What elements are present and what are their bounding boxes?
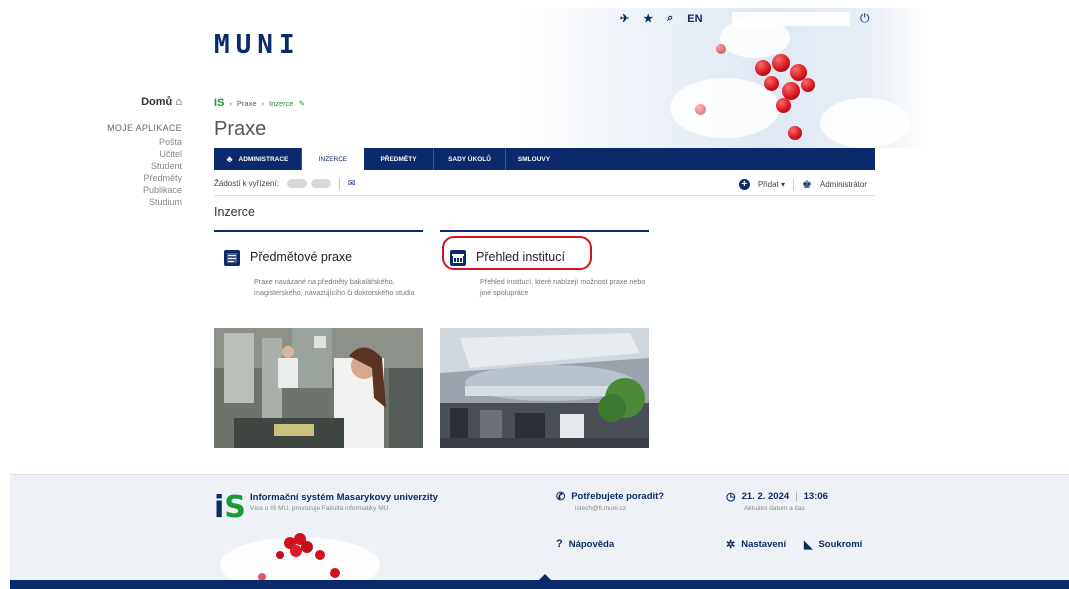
tab-inzerce[interactable]: INZERCE xyxy=(302,148,364,170)
mail-icon[interactable]: ✉ xyxy=(348,178,356,189)
administrator-icon: ♚ xyxy=(802,179,812,191)
breadcrumb: IS › Praxe › Inzerce ✎ xyxy=(214,97,305,109)
language-switch[interactable]: EN xyxy=(687,13,702,25)
footer-soukromi[interactable]: ◣ Soukromí xyxy=(804,538,862,551)
footer-help-email[interactable]: istech@fi.muni.cz xyxy=(575,505,626,512)
requests-pill[interactable] xyxy=(310,179,331,188)
footer-datetime: ◷ 21. 2. 2024 | 13:06 xyxy=(726,491,828,503)
breadcrumb-separator: › xyxy=(229,98,232,108)
footer-nastaveni[interactable]: ✲ Nastavení xyxy=(726,538,786,551)
action-toolbar: Žádosti k vyřízení: ✉ + Přidat ▾ ♚ Admin… xyxy=(214,172,875,196)
divider xyxy=(338,177,340,190)
divider: | xyxy=(795,491,798,502)
footer-bar xyxy=(10,580,1069,589)
pin-icon[interactable]: ✎ xyxy=(299,99,305,108)
footer-system-title[interactable]: Informační systém Masarykovy univerzity xyxy=(250,492,438,503)
page-title: Praxe xyxy=(214,118,267,140)
pin-icon[interactable]: ✈ xyxy=(620,12,629,25)
toolbar-right: + Přidat ▾ ♚ Administrátor xyxy=(738,178,867,191)
power-icon[interactable]: ⏻ xyxy=(860,11,870,26)
add-button[interactable]: Přidat ▾ xyxy=(758,180,785,189)
gear-icon: ✲ xyxy=(726,539,736,551)
footer-napoveda[interactable]: ? Nápověda xyxy=(556,538,614,550)
is-logo-small[interactable]: IS xyxy=(214,97,224,109)
top-toolbar: ✈ ★ ⌕ EN xyxy=(620,12,703,25)
nav-item-publikace[interactable]: Publikace xyxy=(90,184,182,196)
tab-predmety[interactable]: PŘEDMĚTY xyxy=(364,148,434,170)
user-name-box xyxy=(732,12,850,26)
highlight-ring xyxy=(442,236,592,270)
card-predmetove-praxe[interactable]: Předmětové praxe Praxe navázané na předm… xyxy=(214,230,423,448)
divider xyxy=(793,178,794,191)
page: MUNI ✈ ★ ⌕ EN ⏻ Domů ⌂ MOJE APLIKACE Poš… xyxy=(0,0,1069,589)
left-navigation: Domů ⌂ MOJE APLIKACE Pošta Učitel Studen… xyxy=(90,96,182,208)
library-photo xyxy=(440,328,649,448)
privacy-icon: ◣ xyxy=(804,539,813,551)
scroll-top-caret[interactable] xyxy=(538,574,552,581)
footer xyxy=(10,474,1069,589)
breadcrumb-separator: › xyxy=(261,98,265,108)
breadcrumb-item-praxe[interactable]: Praxe xyxy=(237,99,257,108)
search-icon[interactable]: ⌕ xyxy=(667,12,673,25)
tab-smlouvy[interactable]: SMLOUVY xyxy=(506,148,562,170)
lab-photo xyxy=(214,328,423,448)
tab-sady-ukolu[interactable]: SADY ÚKOLŮ xyxy=(434,148,506,170)
tab-bar: ♣ ADMINISTRACE INZERCE PŘEDMĚTY SADY ÚKOL… xyxy=(214,148,875,170)
tab-administrace[interactable]: ♣ ADMINISTRACE xyxy=(214,148,302,170)
footer-system-sub[interactable]: Více o IS MU, provozuje Fakulta informat… xyxy=(250,505,388,512)
section-heading: Inzerce xyxy=(214,205,255,219)
question-icon: ? xyxy=(556,538,563,550)
requests-label: Žádosti k vyřízení: xyxy=(214,179,279,188)
star-icon[interactable]: ★ xyxy=(643,12,653,25)
footer-berries-image xyxy=(220,533,380,589)
apps-heading: MOJE APLIKACE xyxy=(107,123,182,133)
card-description: Praxe navázané na předměty bakalářského,… xyxy=(254,277,415,297)
nav-item-studium[interactable]: Studium xyxy=(90,196,182,208)
is-logo[interactable]: iS xyxy=(214,490,246,525)
nav-item-predmety[interactable]: Předměty xyxy=(90,172,182,184)
muni-logo[interactable]: MUNI xyxy=(214,30,301,60)
nav-home[interactable]: Domů ⌂ xyxy=(90,96,182,108)
clock-icon: ◷ xyxy=(726,491,736,503)
card-title[interactable]: Předmětové praxe xyxy=(250,250,352,264)
administrator-button[interactable]: Administrátor xyxy=(820,180,867,189)
nav-item-posta[interactable]: Pošta xyxy=(90,136,182,148)
admin-icon: ♣ xyxy=(226,154,233,164)
add-icon[interactable]: + xyxy=(738,179,750,190)
requests-pill[interactable] xyxy=(286,179,307,188)
home-icon: ⌂ xyxy=(175,96,182,108)
header-hero-image xyxy=(520,8,930,148)
footer-help[interactable]: ✆ Potřebujete poradit? xyxy=(556,490,664,503)
phone-icon: ✆ xyxy=(556,491,566,503)
book-icon xyxy=(224,250,240,266)
card-description: Přehled institucí, které nabízejí možnos… xyxy=(480,277,646,297)
footer-date-label: Aktuální datum a čas xyxy=(744,505,805,512)
nav-item-ucitel[interactable]: Učitel xyxy=(90,148,182,160)
breadcrumb-item-inzerce[interactable]: Inzerce xyxy=(269,99,294,108)
nav-item-student[interactable]: Student xyxy=(90,160,182,172)
